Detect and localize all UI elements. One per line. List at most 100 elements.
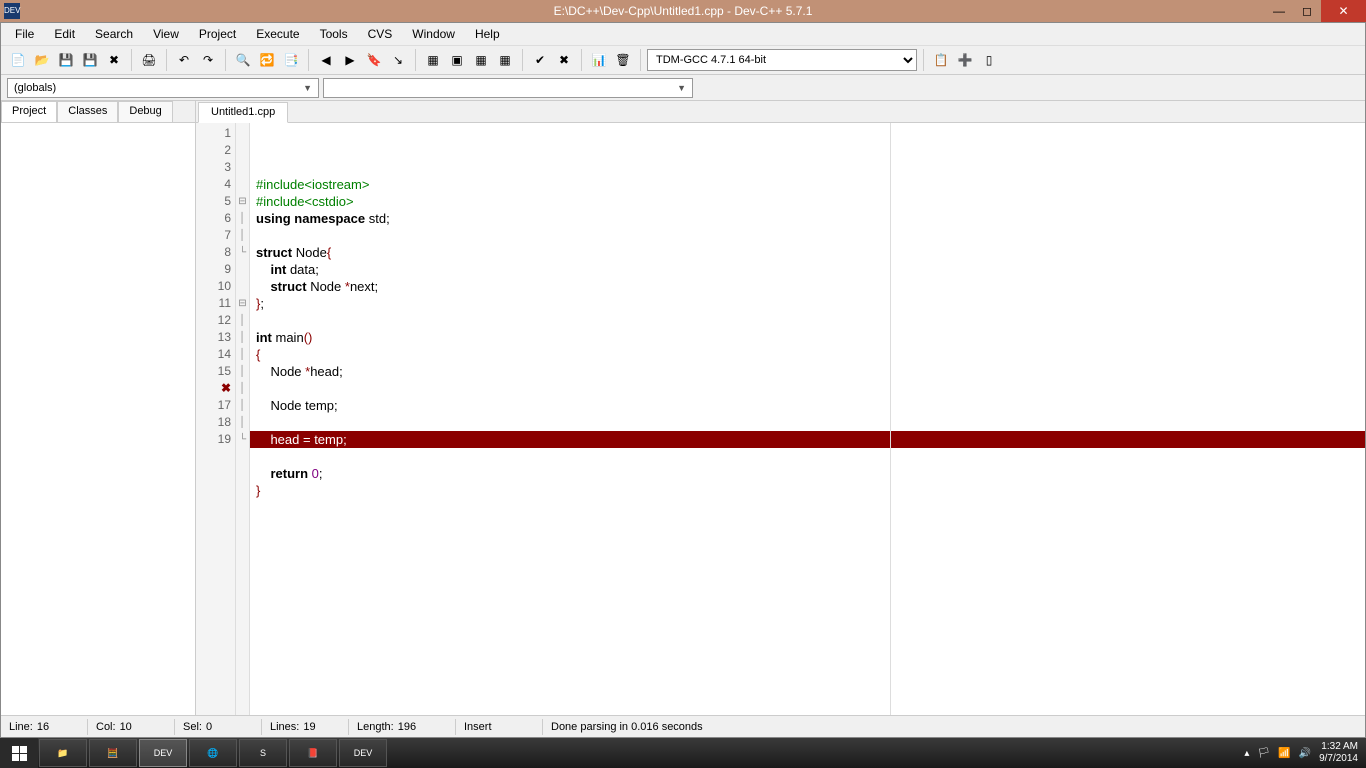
- maximize-button[interactable]: ◻: [1293, 0, 1321, 22]
- toggle-icon[interactable]: ▯: [978, 49, 1000, 71]
- tray-network-icon[interactable]: 📶: [1278, 748, 1290, 759]
- side-tab-classes[interactable]: Classes: [57, 101, 118, 122]
- status-col: Col:10: [96, 721, 166, 733]
- undo-icon[interactable]: ↶: [173, 49, 195, 71]
- code-line[interactable]: [250, 380, 1365, 397]
- code-line[interactable]: struct Node *next;: [250, 278, 1365, 295]
- side-tab-project[interactable]: Project: [1, 101, 57, 122]
- menu-file[interactable]: File: [5, 25, 44, 43]
- minimize-button[interactable]: —: [1265, 0, 1293, 22]
- tray-flag-icon[interactable]: 🏳: [1257, 748, 1270, 759]
- code-line[interactable]: };: [250, 295, 1365, 312]
- toolbar-separator: [131, 49, 132, 71]
- close-button[interactable]: ✕: [1321, 0, 1366, 22]
- open-file-icon[interactable]: 📂: [31, 49, 53, 71]
- windows-taskbar: 📁🧮DEV🌐S📕DEV ▴ 🏳 📶 🔊 1:32 AM 9/7/2014: [0, 738, 1366, 768]
- side-tab-debug[interactable]: Debug: [118, 101, 172, 122]
- new-file-icon[interactable]: 📄: [7, 49, 29, 71]
- menu-view[interactable]: View: [143, 25, 189, 43]
- close-file-icon[interactable]: ✖: [103, 49, 125, 71]
- code-line[interactable]: #include<cstdio>: [250, 193, 1365, 210]
- compile-run-icon[interactable]: ▦: [470, 49, 492, 71]
- code-line[interactable]: head = temp;: [250, 431, 1365, 448]
- tray-volume-icon[interactable]: 🔊: [1299, 748, 1311, 759]
- menu-tools[interactable]: Tools: [310, 25, 358, 43]
- code-line[interactable]: using namespace std;: [250, 210, 1365, 227]
- taskbar-app[interactable]: 🌐: [189, 739, 237, 767]
- code-line[interactable]: #include<iostream>: [250, 176, 1365, 193]
- code-line[interactable]: Node temp;: [250, 397, 1365, 414]
- toolbar-separator: [640, 49, 641, 71]
- save-all-icon[interactable]: 💾: [79, 49, 101, 71]
- code-line[interactable]: {: [250, 346, 1365, 363]
- code-line[interactable]: return 0;: [250, 465, 1365, 482]
- code-line[interactable]: int data;: [250, 261, 1365, 278]
- code-editor[interactable]: 123456789101112131415✖171819 ⊟││└⊟││││││…: [196, 123, 1365, 715]
- app-icon: DEV: [4, 3, 20, 19]
- save-icon[interactable]: 💾: [55, 49, 77, 71]
- code-line[interactable]: [250, 414, 1365, 431]
- debug-icon[interactable]: ✔: [529, 49, 551, 71]
- main-toolbar: 📄 📂 💾 💾 ✖ 🖨 ↶ ↷ 🔍 🔁 📑 ◀ ▶ 🔖 ↘ ▦ ▣ ▦ ▦ ✔ …: [1, 45, 1365, 75]
- bookmark-icon[interactable]: 🔖: [363, 49, 385, 71]
- editor-area: Untitled1.cpp 123456789101112131415✖1718…: [196, 101, 1365, 715]
- print-icon[interactable]: 🖨: [138, 49, 160, 71]
- stop-icon[interactable]: ✖: [553, 49, 575, 71]
- menu-project[interactable]: Project: [189, 25, 246, 43]
- redo-icon[interactable]: ↷: [197, 49, 219, 71]
- menu-window[interactable]: Window: [402, 25, 465, 43]
- compile-icon[interactable]: ▦: [422, 49, 444, 71]
- system-tray[interactable]: ▴ 🏳 📶 🔊 1:32 AM 9/7/2014: [1236, 741, 1366, 765]
- toolbar-separator: [522, 49, 523, 71]
- tray-clock[interactable]: 1:32 AM 9/7/2014: [1319, 741, 1358, 765]
- compiler-selector[interactable]: TDM-GCC 4.7.1 64-bit: [647, 49, 917, 71]
- rebuild-icon[interactable]: ▦: [494, 49, 516, 71]
- taskbar-app[interactable]: DEV: [139, 739, 187, 767]
- toolbar-separator: [581, 49, 582, 71]
- new-class-icon[interactable]: 📋: [930, 49, 952, 71]
- scope-selector[interactable]: (globals)▼: [7, 78, 319, 98]
- code-line[interactable]: }: [250, 482, 1365, 499]
- fold-gutter[interactable]: ⊟││└⊟│││││││└: [236, 123, 250, 715]
- menu-edit[interactable]: Edit: [44, 25, 85, 43]
- taskbar-app[interactable]: 🧮: [89, 739, 137, 767]
- status-message: Done parsing in 0.016 seconds: [551, 721, 1357, 733]
- menu-help[interactable]: Help: [465, 25, 510, 43]
- status-sel: Sel:0: [183, 721, 253, 733]
- member-selector[interactable]: ▼: [323, 78, 693, 98]
- start-button[interactable]: [0, 738, 38, 768]
- run-icon[interactable]: ▣: [446, 49, 468, 71]
- menu-execute[interactable]: Execute: [246, 25, 309, 43]
- code-line[interactable]: struct Node{: [250, 244, 1365, 261]
- insert-icon[interactable]: ➕: [954, 49, 976, 71]
- find-in-files-icon[interactable]: 📑: [280, 49, 302, 71]
- tray-up-icon[interactable]: ▴: [1244, 748, 1249, 759]
- code-line[interactable]: int main(): [250, 329, 1365, 346]
- back-icon[interactable]: ◀: [315, 49, 337, 71]
- code-content[interactable]: #include<iostream>#include<cstdio>using …: [250, 123, 1365, 715]
- forward-icon[interactable]: ▶: [339, 49, 361, 71]
- taskbar-app[interactable]: 📁: [39, 739, 87, 767]
- taskbar-app[interactable]: DEV: [339, 739, 387, 767]
- menu-search[interactable]: Search: [85, 25, 143, 43]
- replace-icon[interactable]: 🔁: [256, 49, 278, 71]
- windows-logo-icon: [12, 746, 27, 761]
- taskbar-app[interactable]: 📕: [289, 739, 337, 767]
- code-line[interactable]: [250, 448, 1365, 465]
- context-toolbar: (globals)▼ ▼: [1, 75, 1365, 101]
- status-lines: Lines:19: [270, 721, 340, 733]
- code-line[interactable]: [250, 312, 1365, 329]
- goto-icon[interactable]: ↘: [387, 49, 409, 71]
- toolbar-separator: [308, 49, 309, 71]
- taskbar-app[interactable]: S: [239, 739, 287, 767]
- file-tab[interactable]: Untitled1.cpp: [198, 102, 288, 123]
- code-line[interactable]: [250, 227, 1365, 244]
- profile-icon[interactable]: 📊: [588, 49, 610, 71]
- line-number-gutter: 123456789101112131415✖171819: [196, 123, 236, 715]
- menu-cvs[interactable]: CVS: [358, 25, 403, 43]
- sidebar-content[interactable]: [1, 123, 195, 715]
- status-insert-mode[interactable]: Insert: [464, 721, 534, 733]
- code-line[interactable]: Node *head;: [250, 363, 1365, 380]
- delete-profile-icon[interactable]: 🗑: [612, 49, 634, 71]
- find-icon[interactable]: 🔍: [232, 49, 254, 71]
